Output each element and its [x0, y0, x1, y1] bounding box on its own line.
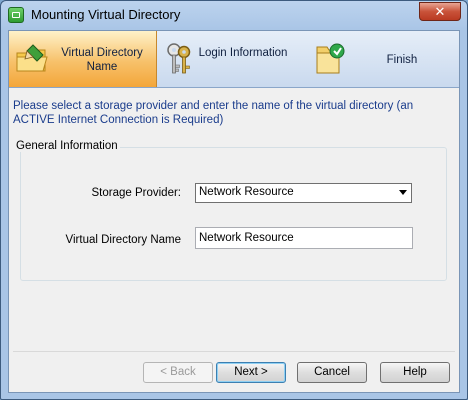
step-label-name: Virtual Directory Name: [61, 47, 143, 73]
step-label-login: Login Information: [198, 47, 288, 59]
close-button[interactable]: ✕: [419, 2, 461, 21]
virtual-directory-name-input[interactable]: [195, 227, 413, 249]
step-label-finish: Finish: [386, 54, 418, 66]
back-button[interactable]: < Back: [143, 362, 213, 383]
virtual-directory-name-label: Virtual Directory Name: [65, 234, 181, 246]
help-button[interactable]: Help: [380, 362, 450, 383]
cancel-button-label: Cancel: [314, 366, 350, 378]
folder-pencil-icon: [16, 44, 48, 72]
storage-provider-value: Network Resource: [199, 186, 294, 198]
instructions-text: Please select a storage provider and ent…: [13, 100, 414, 126]
window-title: Mounting Virtual Directory: [31, 7, 181, 22]
step-login-information: Login Information: [156, 31, 307, 87]
dialog-client-area: Virtual Directory Name Login Information: [8, 30, 460, 393]
button-divider: [13, 351, 455, 352]
next-button[interactable]: Next >: [216, 362, 286, 383]
back-button-label: < Back: [160, 366, 196, 378]
storage-provider-label: Storage Provider:: [91, 187, 182, 199]
next-button-label: Next >: [234, 366, 268, 378]
title-bar[interactable]: Mounting Virtual Directory ✕: [1, 1, 467, 29]
group-title: General Information: [14, 140, 120, 152]
finish-folder-icon: [316, 43, 345, 74]
step-finish: Finish: [307, 31, 459, 87]
general-information-group: [20, 147, 447, 281]
cancel-button[interactable]: Cancel: [297, 362, 367, 383]
wizard-steps: Virtual Directory Name Login Information: [9, 31, 459, 88]
step-virtual-directory-name: Virtual Directory Name: [9, 31, 157, 87]
storage-provider-dropdown[interactable]: Network Resource: [195, 183, 412, 203]
dialog-window: Mounting Virtual Directory ✕ Virtual Dir…: [0, 0, 468, 400]
chevron-down-icon[interactable]: [399, 190, 407, 195]
help-button-label: Help: [403, 366, 427, 378]
app-icon: [8, 7, 24, 23]
